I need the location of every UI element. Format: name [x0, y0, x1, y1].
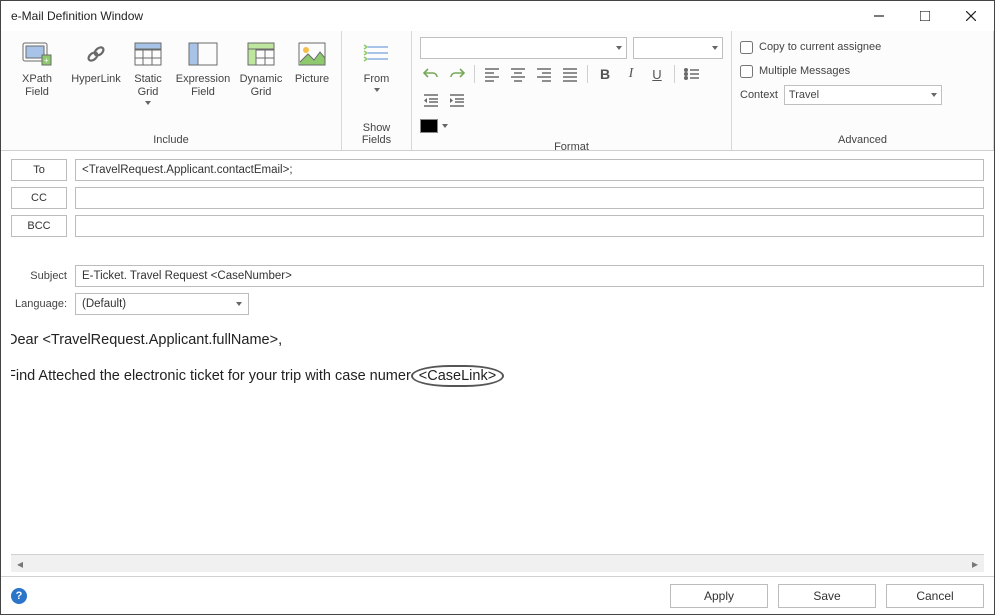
body-area: To CC BCC Subject Language: (Default) De… [1, 151, 994, 576]
bcc-button[interactable]: BCC [11, 215, 67, 237]
cancel-button[interactable]: Cancel [886, 584, 984, 608]
bold-button[interactable]: B [594, 63, 616, 85]
hyperlink-button[interactable]: HyperLink [71, 37, 121, 107]
subject-label: Subject [11, 270, 67, 282]
align-justify-button[interactable] [559, 63, 581, 85]
chevron-down-icon [931, 93, 937, 97]
copy-to-assignee-checkbox[interactable] [740, 41, 753, 54]
window-title: e-Mail Definition Window [11, 9, 143, 23]
minimize-button[interactable] [856, 1, 902, 31]
multiple-messages-option[interactable]: Multiple Messages [740, 61, 985, 81]
language-label: Language: [11, 298, 67, 310]
bcc-input[interactable] [75, 215, 984, 237]
ribbon: + XPath Field HyperLink Static Grid [1, 31, 994, 151]
minimize-icon [874, 11, 884, 21]
group-label-include: Include [9, 130, 333, 148]
xpath-field-icon: + [20, 39, 54, 69]
titlebar: e-Mail Definition Window [1, 1, 994, 31]
static-grid-icon [131, 39, 165, 69]
from-button[interactable]: From [352, 37, 402, 94]
hyperlink-icon [79, 39, 113, 69]
bcc-row: BCC [11, 215, 984, 237]
ribbon-group-format: B I U Format [412, 31, 732, 150]
redo-button[interactable] [446, 63, 468, 85]
cursor [11, 401, 972, 426]
to-row: To [11, 159, 984, 181]
align-right-button[interactable] [533, 63, 555, 85]
static-grid-button[interactable]: Static Grid [127, 37, 169, 107]
ribbon-group-advanced: Copy to current assignee Multiple Messag… [732, 31, 994, 150]
body-line: Dear <TravelRequest.Applicant.fullName>, [11, 329, 972, 351]
picture-icon [295, 39, 329, 69]
maximize-button[interactable] [902, 1, 948, 31]
increase-indent-button[interactable] [446, 89, 468, 111]
font-family-combo[interactable] [420, 37, 627, 59]
context-label: Context [740, 89, 778, 101]
copy-to-assignee-option[interactable]: Copy to current assignee [740, 37, 985, 57]
dynamic-grid-icon [244, 39, 278, 69]
svg-text:+: + [44, 56, 49, 65]
group-label-show-fields: Show Fields [350, 118, 403, 148]
multiple-messages-checkbox[interactable] [740, 65, 753, 78]
language-combo[interactable]: (Default) [75, 293, 249, 315]
from-icon [360, 39, 394, 69]
context-combo[interactable]: Travel [784, 85, 942, 105]
underline-button[interactable]: U [646, 63, 668, 85]
body-line: Find Atteched the electronic ticket for … [11, 365, 972, 387]
ribbon-group-include: + XPath Field HyperLink Static Grid [1, 31, 342, 150]
subject-input[interactable] [75, 265, 984, 287]
align-left-button[interactable] [481, 63, 503, 85]
to-input[interactable] [75, 159, 984, 181]
close-button[interactable] [948, 1, 994, 31]
window: e-Mail Definition Window + XPath Field [0, 0, 995, 615]
horizontal-scrollbar[interactable]: ◂ ▸ [11, 554, 984, 572]
chevron-down-icon [236, 302, 242, 306]
picture-button[interactable]: Picture [291, 37, 333, 107]
subject-row: Subject [11, 265, 984, 287]
expression-field-button[interactable]: Expression Field [175, 37, 231, 107]
align-center-button[interactable] [507, 63, 529, 85]
dynamic-grid-button[interactable]: Dynamic Grid [237, 37, 285, 107]
ribbon-group-show-fields: From Show Fields [342, 31, 412, 150]
apply-button[interactable]: Apply [670, 584, 768, 608]
editor-area: Dear <TravelRequest.Applicant.fullName>,… [11, 325, 984, 554]
footer-actions: Apply Save Cancel [670, 584, 984, 608]
caselink-token[interactable]: <CaseLink> [411, 365, 504, 387]
chevron-down-icon [442, 124, 448, 128]
scroll-left-icon[interactable]: ◂ [11, 555, 29, 573]
language-row: Language: (Default) [11, 293, 984, 315]
window-controls [856, 1, 994, 31]
font-color-button[interactable] [420, 115, 723, 137]
footer: ? Apply Save Cancel [1, 576, 994, 614]
help-button[interactable]: ? [11, 588, 27, 604]
decrease-indent-button[interactable] [420, 89, 442, 111]
chevron-down-icon [712, 46, 718, 50]
expression-field-icon [186, 39, 220, 69]
close-icon [966, 11, 976, 21]
undo-button[interactable] [420, 63, 442, 85]
email-body-editor[interactable]: Dear <TravelRequest.Applicant.fullName>,… [11, 325, 978, 554]
group-label-advanced: Advanced [740, 130, 985, 148]
chevron-down-icon [616, 46, 622, 50]
color-swatch-icon [420, 119, 438, 133]
maximize-icon [920, 11, 930, 21]
font-size-combo[interactable] [633, 37, 723, 59]
italic-button[interactable]: I [620, 63, 642, 85]
chevron-down-icon [374, 88, 380, 92]
cc-input[interactable] [75, 187, 984, 209]
scroll-right-icon[interactable]: ▸ [966, 555, 984, 573]
bulleted-list-button[interactable] [681, 63, 703, 85]
chevron-down-icon [145, 101, 151, 105]
save-button[interactable]: Save [778, 584, 876, 608]
cc-button[interactable]: CC [11, 187, 67, 209]
xpath-field-button[interactable]: + XPath Field [9, 37, 65, 107]
to-button[interactable]: To [11, 159, 67, 181]
cc-row: CC [11, 187, 984, 209]
